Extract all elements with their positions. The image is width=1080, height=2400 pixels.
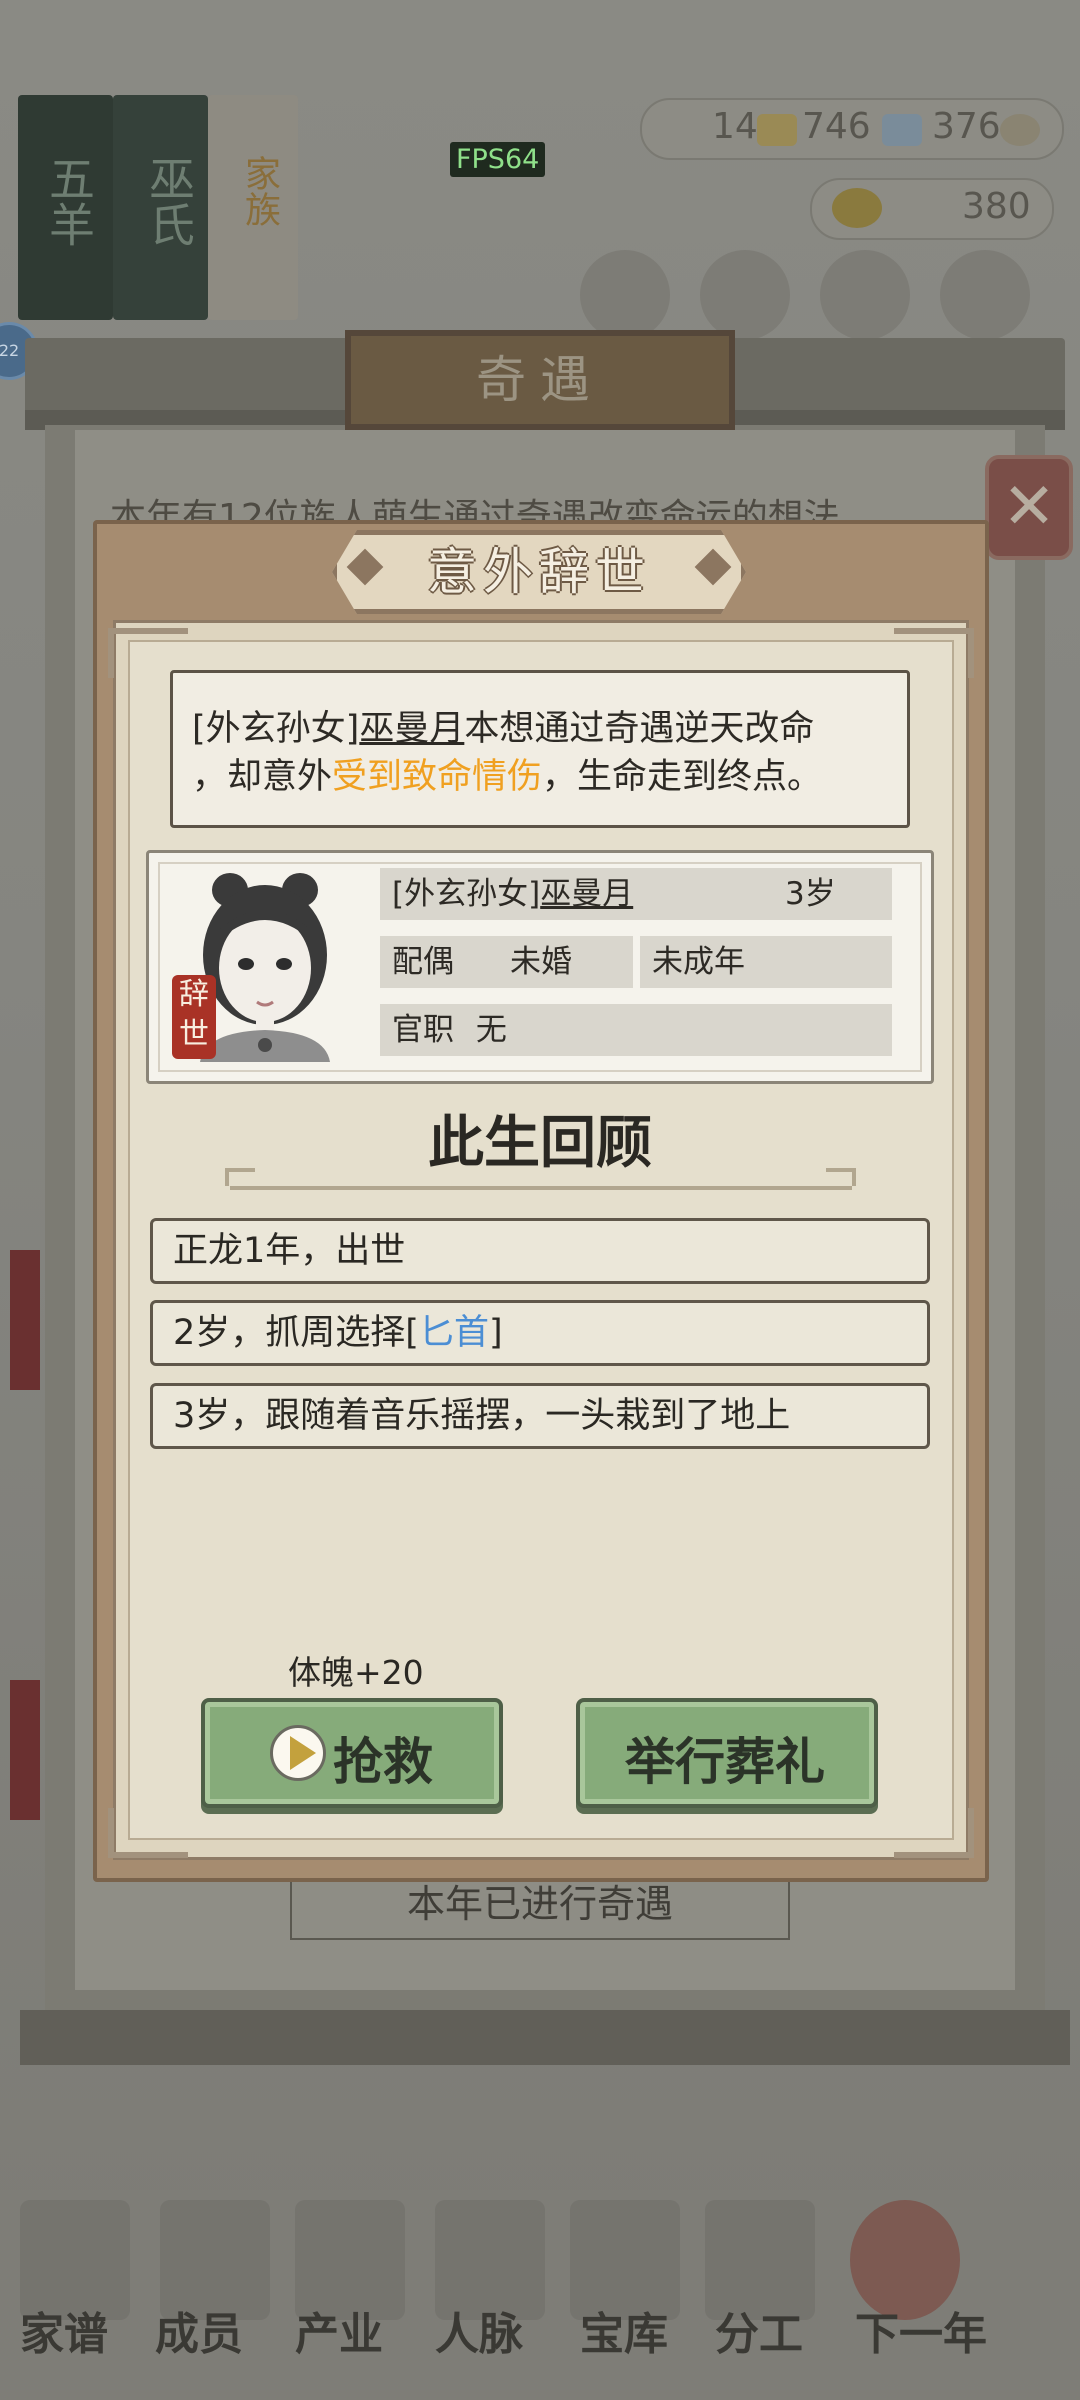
event-item[interactable]: 匕首 <box>419 1313 489 1353</box>
message-text: ，却意外 <box>192 757 333 797</box>
event-text: ] <box>488 1313 503 1353</box>
feature-icon-2[interactable] <box>700 250 790 340</box>
spouse-value: 未婚 <box>510 944 572 980</box>
info-office: 官职 无 <box>380 1004 892 1056</box>
review-divider <box>230 1186 852 1190</box>
message-relation: [外玄孙女] <box>192 709 360 749</box>
clan-book-label-3: 家族 <box>239 155 280 227</box>
nav-members[interactable]: 成员 <box>155 2298 243 2362</box>
info-name-row: [外玄孙女]巫曼月 3岁 <box>380 868 892 920</box>
frame-corner <box>108 1808 188 1858</box>
message-line-1: [外玄孙女]巫曼月本想通过奇遇逆天改命 <box>192 700 814 751</box>
side-tab-left-2[interactable] <box>10 1680 40 1820</box>
message-cause: 受到致命情伤 <box>332 757 543 797</box>
life-event-3: 3岁，跟随着音乐摇摆，一头栽到了地上 <box>150 1383 930 1449</box>
resource-value-2: 746 <box>802 106 871 147</box>
message-person-name[interactable]: 巫曼月 <box>359 709 464 749</box>
nav-next-year[interactable]: 下一年 <box>855 2298 987 2362</box>
deceased-seal: 辞世 <box>172 975 216 1059</box>
message-text: ，生命走到终点。 <box>542 757 823 797</box>
office-label: 官职 <box>392 1012 454 1048</box>
card-age: 3岁 <box>785 876 836 912</box>
review-title: 此生回顾 <box>428 1111 652 1176</box>
back-panel-title: 奇遇 <box>476 351 604 409</box>
frame-corner <box>894 1808 974 1858</box>
nav-genealogy[interactable]: 家谱 <box>20 2298 108 2362</box>
nav-industry[interactable]: 产业 <box>295 2298 383 2362</box>
resource-bar: 14 746 376 <box>640 98 1064 160</box>
funeral-button-label: 举行葬礼 <box>625 1732 825 1791</box>
card-relation: [外玄孙女] <box>392 876 541 912</box>
close-icon: ✕ <box>1002 470 1056 544</box>
nav-treasury[interactable]: 宝库 <box>580 2298 668 2362</box>
card-person-name[interactable]: 巫曼月 <box>540 876 633 912</box>
close-button[interactable]: ✕ <box>985 455 1073 560</box>
feature-icon-1[interactable] <box>580 250 670 340</box>
gold-value: 380 <box>962 186 1031 227</box>
message-text: 本想通过奇遇逆天改命 <box>464 709 815 749</box>
event-text: 2岁，抓周选择[ <box>173 1313 419 1353</box>
coin-icon <box>1000 114 1040 146</box>
silver-ingot-icon <box>882 114 922 146</box>
nav-network[interactable]: 人脉 <box>435 2298 523 2362</box>
feature-icon-3[interactable] <box>820 250 910 340</box>
message-line-2: ，却意外受到致命情伤，生命走到终点。 <box>192 748 822 799</box>
gold-ingot-icon <box>832 188 882 228</box>
info-spouse: 配偶 未婚 <box>380 936 633 988</box>
gold-bar-icon <box>757 114 797 146</box>
clan-book-label-1: 五羊 <box>42 155 96 247</box>
nav-division[interactable]: 分工 <box>715 2298 803 2362</box>
office-value: 无 <box>475 1012 507 1048</box>
resource-value-1: 14 <box>712 106 758 147</box>
resource-value-3: 376 <box>932 106 1001 147</box>
feature-icon-4[interactable] <box>940 250 1030 340</box>
fps-counter: FPS64 <box>450 142 546 177</box>
dialog-title: 意外辞世 <box>427 543 651 601</box>
spouse-label: 配偶 <box>392 944 454 980</box>
life-event-1: 正龙1年，出世 <box>150 1218 930 1284</box>
rescue-button-label: 抢救 <box>333 1732 433 1791</box>
life-event-2: 2岁，抓周选择[匕首] <box>150 1300 930 1366</box>
clan-book[interactable]: 五羊 巫氏 家族 <box>18 95 318 320</box>
gold-bar: 380 <box>810 178 1054 240</box>
feature-icons <box>580 250 1060 340</box>
side-tab-left-1[interactable] <box>10 1250 40 1390</box>
info-adult-status: 未成年 <box>640 936 892 988</box>
rescue-reward: 体魄+20 <box>288 1653 424 1692</box>
clan-book-label-2: 巫氏 <box>142 155 196 247</box>
